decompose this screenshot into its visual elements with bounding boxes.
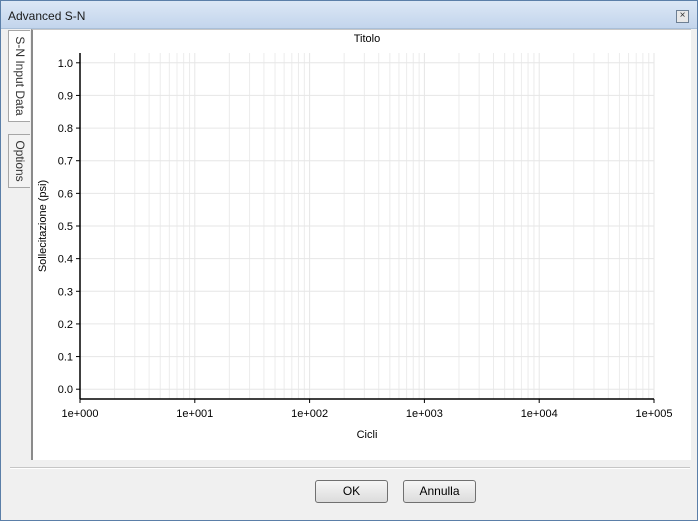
y-tick-label: 0.9 — [58, 90, 73, 102]
dialog-window: Advanced S-N × S-N Input Data Options 0.… — [0, 0, 698, 521]
y-tick-label: 0.0 — [58, 384, 73, 396]
ok-button-label: OK — [342, 484, 361, 498]
cancel-button-label: Annulla — [419, 484, 460, 498]
y-tick-label: 0.6 — [58, 188, 73, 200]
chart-panel: 0.0 0.1 0.2 0.3 0.4 0.5 0.6 0.7 0.8 0.9 1.0 1e+000 1… — [31, 29, 691, 460]
tab-label: S-N Input Data — [12, 36, 27, 116]
x-tick-label: 1e+001 — [176, 408, 213, 420]
ok-button[interactable]: OK — [315, 480, 388, 503]
footer-separator — [10, 467, 690, 469]
y-axis-label: Sollecitazione (psi) — [37, 180, 49, 272]
y-tick-label: 0.7 — [58, 156, 73, 168]
x-tick-label: 1e+000 — [61, 408, 98, 420]
window-title: Advanced S-N — [8, 9, 86, 23]
y-tick-label: 0.5 — [58, 221, 73, 233]
y-tick-label: 0.1 — [58, 352, 73, 364]
tab-label: Options — [12, 140, 27, 182]
tab-options[interactable]: Options — [8, 134, 30, 188]
x-tick-label: 1e+004 — [521, 408, 558, 420]
title-bar[interactable]: Advanced S-N × — [1, 1, 697, 29]
tab-s-n-input-data[interactable]: S-N Input Data — [8, 30, 30, 122]
chart-title: Titolo — [354, 33, 381, 45]
x-tick-label: 1e+003 — [406, 408, 443, 420]
cancel-button[interactable]: Annulla — [403, 480, 476, 503]
y-tick-label: 0.3 — [58, 286, 73, 298]
x-tick-label: 1e+005 — [635, 408, 672, 420]
y-tick-label: 0.2 — [58, 319, 73, 331]
y-tick-label: 0.4 — [58, 254, 73, 266]
close-icon[interactable]: × — [676, 10, 689, 23]
x-tick-label: 1e+002 — [291, 408, 328, 420]
x-axis-label: Cicli — [357, 429, 378, 441]
y-tick-label: 0.8 — [58, 123, 73, 135]
y-tick-label: 1.0 — [58, 58, 73, 70]
s-n-chart: 0.0 0.1 0.2 0.3 0.4 0.5 0.6 0.7 0.8 0.9 1.0 1e+000 1… — [37, 33, 673, 441]
